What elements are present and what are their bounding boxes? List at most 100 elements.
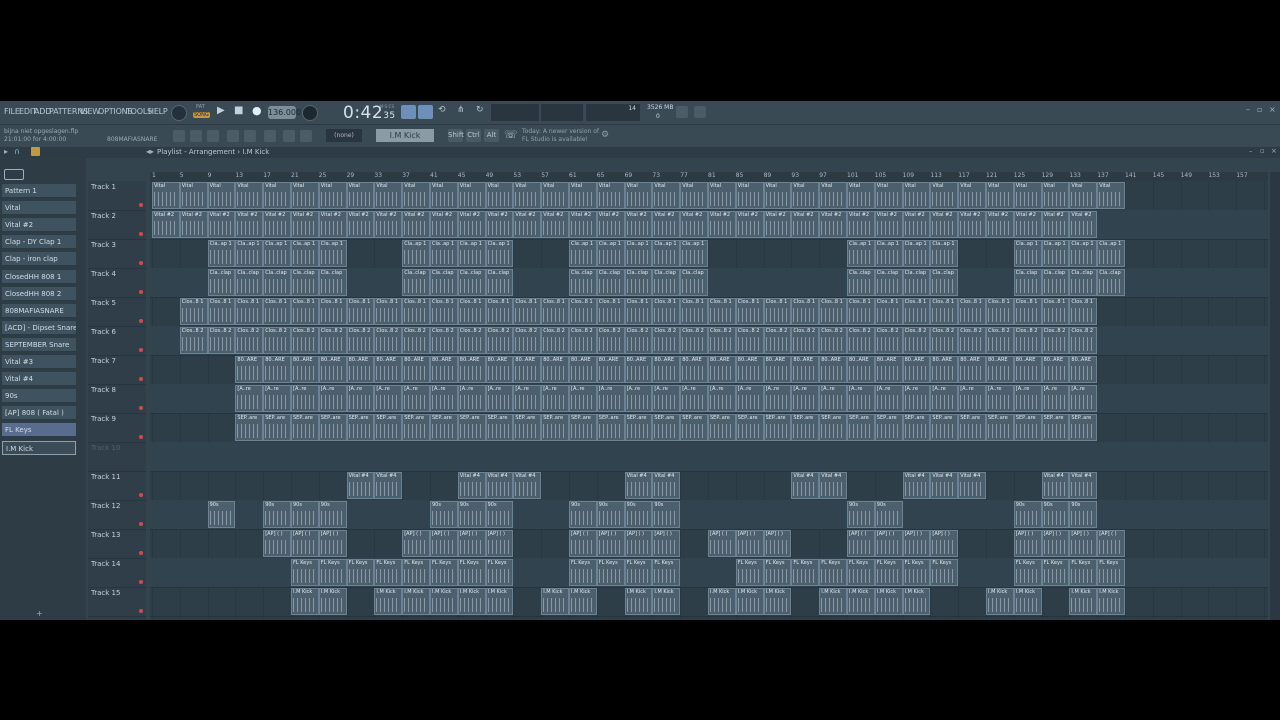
pattern-clip[interactable]: Clos..8 1: [596, 298, 625, 325]
pattern-clip[interactable]: Cla..ap 1: [930, 240, 959, 267]
playlist-close-icon[interactable]: ×: [1271, 147, 1277, 155]
pattern-clip[interactable]: I.M Kick: [318, 588, 347, 615]
pattern-clip[interactable]: Vital: [596, 182, 625, 209]
pattern-clip[interactable]: Clos..8 2: [958, 327, 986, 354]
pattern-clip[interactable]: [A..re: [624, 385, 653, 412]
pattern-clip[interactable]: I.M Kick: [430, 588, 458, 615]
pattern-clip[interactable]: SEP..are: [819, 414, 847, 441]
pattern-clip[interactable]: Clos..8 1: [874, 298, 903, 325]
pattern-clip[interactable]: [A..re: [541, 385, 569, 412]
pattern-clip[interactable]: Cla..clap: [207, 269, 236, 296]
pattern-clip[interactable]: Cla..ap 1: [318, 240, 347, 267]
pattern-clip[interactable]: Clos..8 2: [485, 327, 514, 354]
pattern-clip[interactable]: Cla..ap 1: [291, 240, 319, 267]
pattern-clip[interactable]: Cla..ap 1: [624, 240, 653, 267]
pattern-clip[interactable]: Clos..8 2: [624, 327, 653, 354]
pattern-clip[interactable]: SEP..are: [346, 414, 375, 441]
pattern-clip[interactable]: Clos..8 1: [652, 298, 681, 325]
pattern-clip[interactable]: 90s: [569, 501, 597, 528]
pattern-clip[interactable]: FL Keys: [1069, 559, 1098, 586]
pattern-clip[interactable]: Clos..8 2: [596, 327, 625, 354]
pattern-clip[interactable]: [AP] ( ): [624, 530, 653, 557]
pattern-clip[interactable]: 80..ARE: [596, 356, 625, 383]
pattern-clip[interactable]: Clos..8 1: [374, 298, 403, 325]
pattern-clip[interactable]: Clos..8 1: [847, 298, 875, 325]
pattern-clip[interactable]: SEP..are: [708, 414, 736, 441]
pattern-clip[interactable]: [A..re: [346, 385, 375, 412]
pattern-clip[interactable]: FL Keys: [346, 559, 375, 586]
mic-icon[interactable]: [300, 130, 312, 142]
pattern-clip[interactable]: Cla..clap: [596, 269, 625, 296]
mute-led-icon[interactable]: [139, 319, 143, 323]
mixer-icon[interactable]: [244, 130, 256, 142]
pattern-clip[interactable]: Clos..8 2: [513, 327, 542, 354]
pattern-clip[interactable]: I.M Kick: [402, 588, 430, 615]
pattern-clip[interactable]: Vital #2: [791, 211, 820, 238]
mute-led-icon[interactable]: [139, 377, 143, 381]
pattern-clip[interactable]: I.M Kick: [569, 588, 597, 615]
mute-led-icon[interactable]: [139, 551, 143, 555]
pattern-clip[interactable]: [A..re: [847, 385, 875, 412]
pattern-clip[interactable]: Vital #2: [485, 211, 514, 238]
pattern-clip[interactable]: Clos..8 1: [457, 298, 486, 325]
pattern-clip[interactable]: FL Keys: [902, 559, 931, 586]
pattern-clip[interactable]: Vital: [624, 182, 653, 209]
pattern-clip[interactable]: [A..re: [791, 385, 820, 412]
track-lane[interactable]: [150, 442, 1268, 472]
pattern-clip[interactable]: SEP..are: [430, 414, 458, 441]
pattern-clip[interactable]: Vital #2: [569, 211, 597, 238]
pattern-clip[interactable]: Vital #2: [847, 211, 875, 238]
pattern-clip[interactable]: Clos..8 2: [986, 327, 1014, 354]
pattern-clip[interactable]: FL Keys: [402, 559, 430, 586]
pattern-clip[interactable]: Clos..8 1: [541, 298, 569, 325]
pattern-clip[interactable]: Vital: [485, 182, 514, 209]
pattern-clip[interactable]: Vital: [513, 182, 542, 209]
pattern-clip[interactable]: Vital #2: [541, 211, 569, 238]
pattern-clip[interactable]: 80..ARE: [485, 356, 514, 383]
pattern-clip[interactable]: SEP..are: [986, 414, 1014, 441]
track-header[interactable]: Track 10: [88, 442, 146, 472]
pattern-clip[interactable]: Cla..ap 1: [235, 240, 264, 267]
blend-notes-icon[interactable]: ⋔: [457, 105, 465, 115]
pattern-clip[interactable]: 80..ARE: [1013, 356, 1042, 383]
track-header[interactable]: Track 6: [88, 326, 146, 356]
pattern-clip[interactable]: SEP..are: [263, 414, 291, 441]
pattern-clip[interactable]: Clos..8 1: [735, 298, 764, 325]
track-header[interactable]: Track 8: [88, 384, 146, 414]
pattern-clip[interactable]: Clos..8 1: [207, 298, 236, 325]
picker-item[interactable]: [AP] 808 ( Fatal ): [2, 406, 76, 421]
pattern-clip[interactable]: [AP] ( ): [902, 530, 931, 557]
pattern-clip[interactable]: Clos..8 2: [430, 327, 458, 354]
track-header[interactable]: Track 7: [88, 355, 146, 385]
pattern-clip[interactable]: Clos..8 2: [402, 327, 430, 354]
pattern-clip[interactable]: [AP] ( ): [485, 530, 514, 557]
track-header[interactable]: Track 12: [88, 500, 146, 530]
picker-item[interactable]: ClosedHH 808 2: [2, 286, 76, 301]
pattern-clip[interactable]: FL Keys: [457, 559, 486, 586]
pattern-clip[interactable]: Clos..8 2: [263, 327, 291, 354]
mute-led-icon[interactable]: [139, 609, 143, 613]
playlist-arrow-icon[interactable]: ▸: [4, 147, 8, 156]
picker-item[interactable]: 808MAFIASNARE: [2, 303, 76, 318]
pattern-clip[interactable]: Clos..8 1: [986, 298, 1014, 325]
pattern-clip[interactable]: Clos..8 1: [930, 298, 959, 325]
pattern-clip[interactable]: Vital: [819, 182, 847, 209]
mute-led-icon[interactable]: [139, 580, 143, 584]
mute-led-icon[interactable]: [139, 261, 143, 265]
pattern-clip[interactable]: Clos..8 1: [318, 298, 347, 325]
alt-key[interactable]: Alt: [484, 129, 499, 142]
pattern-clip[interactable]: Vital #4: [457, 472, 486, 499]
pattern-clip[interactable]: 80..ARE: [318, 356, 347, 383]
pattern-clip[interactable]: Cla..clap: [1013, 269, 1042, 296]
pattern-clip[interactable]: Cla..clap: [263, 269, 291, 296]
track-lane[interactable]: I.M Kick I.M Kick I.M Kick I.M Kick I.M Kick…: [150, 587, 1268, 617]
pattern-clip[interactable]: Vital #2: [958, 211, 986, 238]
pattern-clip[interactable]: [AP] ( ): [735, 530, 764, 557]
pattern-clip[interactable]: [A..re: [485, 385, 514, 412]
pattern-clip[interactable]: Clos..8 2: [763, 327, 792, 354]
pattern-clip[interactable]: Vital: [986, 182, 1014, 209]
pattern-clip[interactable]: Vital: [457, 182, 486, 209]
gear-icon[interactable]: ⚙: [601, 130, 609, 140]
pattern-clip[interactable]: Vital #4: [902, 472, 931, 499]
pattern-clip[interactable]: Clos..8 1: [708, 298, 736, 325]
